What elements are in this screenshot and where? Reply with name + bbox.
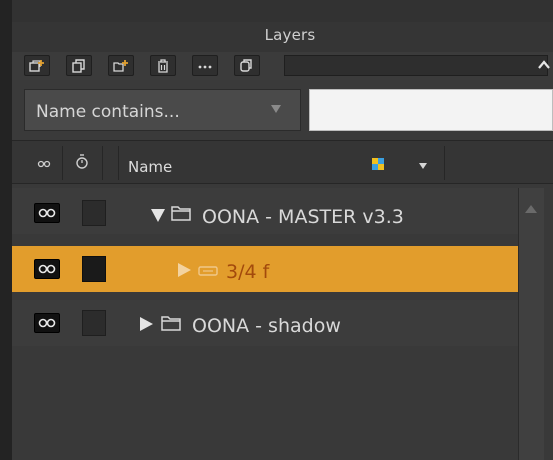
header-divider (62, 146, 63, 180)
eye-icon (38, 264, 56, 274)
duplicate-layer-icon (72, 58, 85, 73)
header-divider (118, 146, 119, 180)
vertical-scrollbar[interactable] (518, 188, 544, 460)
layer-name: OONA - shadow (192, 315, 341, 337)
more-button[interactable] (192, 55, 218, 76)
duplicate-layer-button[interactable] (66, 55, 92, 76)
filter-text-input[interactable] (309, 89, 553, 131)
linked-layer-icon (198, 266, 218, 276)
trash-icon (158, 58, 168, 73)
visibility-toggle[interactable] (34, 259, 60, 279)
lock-toggle[interactable] (82, 310, 106, 336)
more-icon (198, 65, 212, 68)
lock-toggle[interactable] (82, 256, 106, 282)
chevron-up-icon[interactable] (536, 58, 552, 72)
left-edge (0, 0, 12, 460)
copy-layers-icon (240, 58, 252, 72)
name-column-header[interactable]: Name (128, 158, 172, 176)
new-layer-icon (29, 59, 44, 72)
color-swatch-icon[interactable] (372, 158, 384, 170)
new-folder-icon (113, 59, 128, 72)
dropdown-arrow-icon (271, 105, 281, 113)
triangle-down-icon[interactable] (418, 162, 428, 170)
expand-triangle-right-icon[interactable] (176, 262, 192, 278)
filter-mode-label: Name contains... (36, 102, 180, 122)
folder-icon (171, 206, 191, 221)
new-layer-button[interactable] (24, 55, 50, 76)
delete-layer-button[interactable] (150, 55, 176, 76)
window-top-strip (0, 0, 553, 22)
lock-toggle[interactable] (82, 200, 106, 226)
layer-name: 3/4 f (226, 261, 270, 283)
expand-triangle-right-icon[interactable] (138, 316, 154, 332)
eye-icon (38, 208, 56, 218)
panel-title: Layers (264, 26, 316, 44)
eye-icon[interactable] (36, 156, 52, 170)
layer-name: OONA - MASTER v3.3 (202, 206, 404, 228)
folder-icon (161, 316, 181, 331)
header-divider (444, 146, 445, 180)
layers-header-row (12, 140, 553, 184)
visibility-toggle[interactable] (34, 203, 60, 223)
new-folder-button[interactable] (108, 55, 134, 76)
timer-icon[interactable] (74, 153, 90, 171)
eye-icon (38, 318, 56, 328)
copy-layers-button[interactable] (234, 55, 260, 76)
toolbar-spacer (284, 55, 548, 76)
scroll-up-icon[interactable] (524, 204, 538, 214)
expand-triangle-down-icon[interactable] (150, 207, 166, 223)
header-divider (102, 146, 103, 180)
visibility-toggle[interactable] (34, 313, 60, 333)
